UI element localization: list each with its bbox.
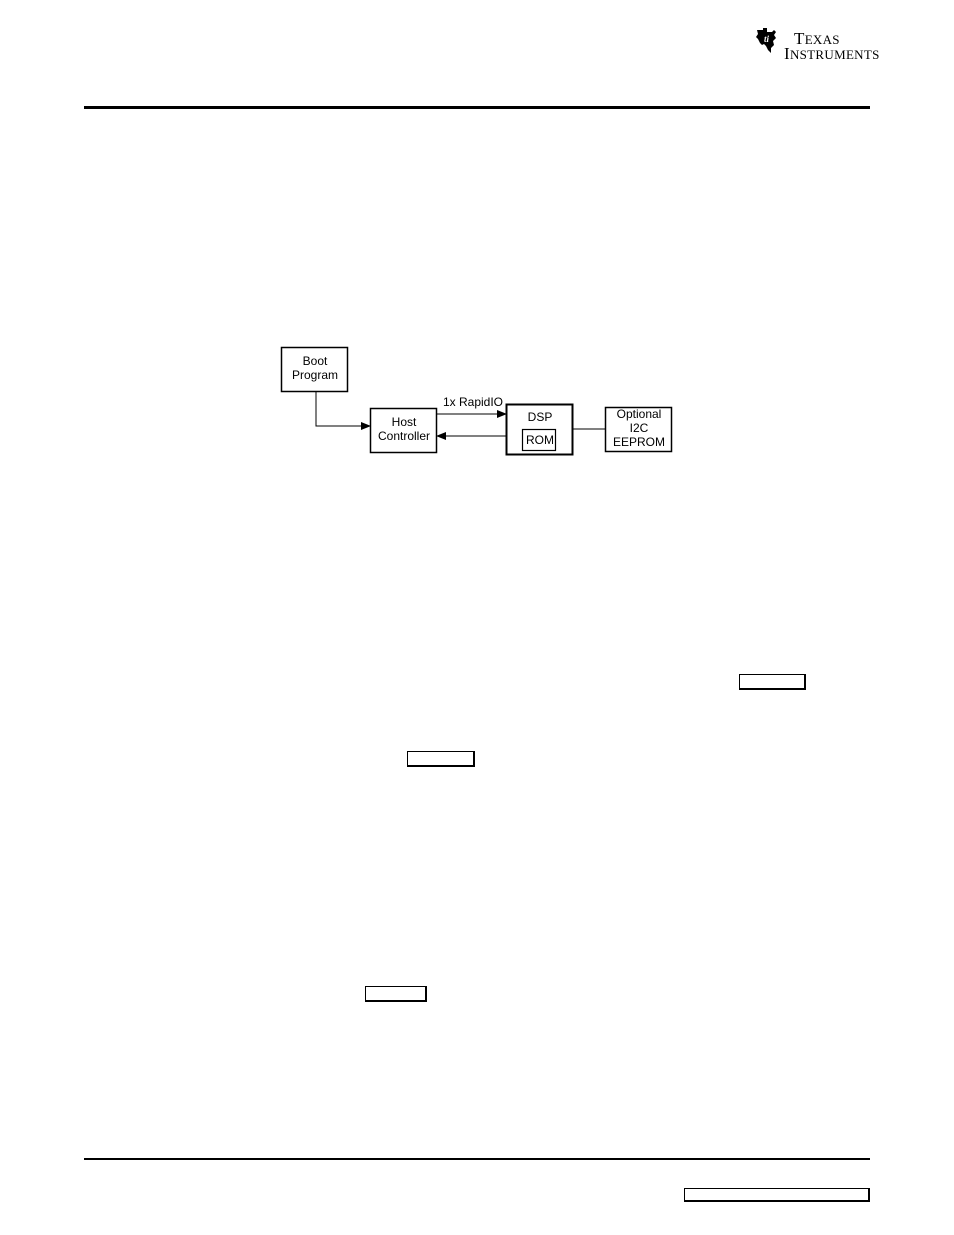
rom-label: ROM (526, 433, 554, 447)
eeprom-label: Optional I2C EEPROM (612, 407, 665, 449)
cross-reference-link-2[interactable] (407, 751, 475, 767)
header-rule (84, 106, 870, 109)
texas-instruments-logo: ti TEXAS INSTRUMENTS (754, 26, 879, 66)
boot-program-label: Boot Program (291, 354, 338, 382)
footer-rule (84, 1158, 870, 1160)
rapidio-label: 1x RapidIO (442, 395, 504, 409)
logo-t: T (794, 29, 805, 48)
ti-texas-logo-icon: ti (756, 28, 776, 53)
logo-nstruments: NSTRUMENTS (789, 47, 880, 62)
host-controller-label: Host Controller (377, 415, 431, 443)
cross-reference-link-1[interactable] (739, 674, 806, 690)
cross-reference-link-3[interactable] (365, 986, 427, 1002)
footer-document-link[interactable] (684, 1188, 870, 1202)
dsp-label: DSP (527, 410, 553, 424)
boot-diagram: Boot Program Host Controller DSP ROM Opt… (270, 340, 690, 470)
svg-text:ti: ti (764, 34, 770, 44)
logo-wordmark: TEXAS INSTRUMENTS (784, 29, 880, 62)
logo-exas: EXAS (804, 32, 840, 47)
boot-to-host-arrow (315, 392, 371, 430)
